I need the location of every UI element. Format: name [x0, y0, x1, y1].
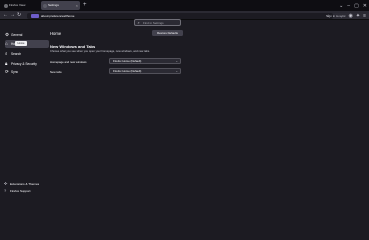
- search-icon: ⌕: [137, 20, 140, 25]
- tab-title: Settings: [48, 3, 59, 7]
- footer-label: Extensions & Themes: [10, 182, 40, 186]
- account-icon[interactable]: ◉: [349, 13, 353, 19]
- tab-settings[interactable]: Settings ×: [41, 1, 80, 10]
- tooltip: Home: [15, 41, 27, 46]
- search-placeholder: Find in Settings: [143, 21, 164, 25]
- restore-defaults-button[interactable]: Restore Defaults: [152, 30, 183, 36]
- minimize-icon[interactable]: –: [347, 3, 350, 9]
- firefox-view-icon: [4, 3, 8, 8]
- sidebar-item-sync[interactable]: ⟳ Sync: [5, 68, 49, 76]
- reload-icon[interactable]: ↻: [17, 11, 21, 20]
- firefox-support-link[interactable]: ? Firefox Support: [4, 188, 31, 193]
- section-description: Choose what you see when you open your h…: [50, 50, 150, 53]
- list-all-tabs-icon[interactable]: ⌄: [339, 3, 343, 9]
- sidebar-item-label: Sync: [11, 70, 19, 74]
- url-bar[interactable]: about:preferences#home ☆: [27, 12, 333, 19]
- new-tab-button[interactable]: +: [83, 1, 87, 10]
- chevron-down-icon: ⌄: [175, 59, 178, 63]
- footer-label: Firefox Support: [10, 189, 31, 193]
- back-icon[interactable]: ←: [3, 11, 8, 20]
- new-tabs-select-value: Firefox Home (Default): [113, 69, 142, 73]
- sync-button[interactable]: Sign in to sync: [326, 14, 346, 18]
- navigation-bar: ← → ↻ about:preferences#home ☆ Sign in t…: [0, 11, 369, 20]
- sidebar-item-label: General: [11, 33, 23, 37]
- sidebar-item-label: Search: [11, 52, 22, 56]
- sidebar-item-general[interactable]: ⚙ General: [5, 31, 49, 39]
- new-tabs-select[interactable]: Firefox Home (Default) ⌄: [109, 68, 181, 74]
- tab-title: Firefox View: [9, 3, 26, 7]
- section-title: New Windows and Tabs: [50, 44, 96, 49]
- homepage-select[interactable]: Firefox Home (Default) ⌄: [109, 58, 181, 64]
- maximize-icon[interactable]: ▢: [354, 3, 359, 9]
- new-tabs-label: New tabs: [50, 70, 62, 74]
- extensions-themes-link[interactable]: ✣ Extensions & Themes: [4, 181, 39, 186]
- tab-firefox-view[interactable]: Firefox View: [2, 1, 40, 10]
- sidebar-item-home[interactable]: ⌂Home: [5, 40, 49, 48]
- extensions-icon[interactable]: ✦: [356, 13, 360, 19]
- url-text[interactable]: about:preferences#home: [41, 13, 74, 19]
- chevron-down-icon: ⌄: [175, 69, 178, 73]
- close-icon[interactable]: ✕: [363, 3, 367, 9]
- window-controls: ⌄ – ▢ ✕: [339, 0, 367, 11]
- search-input[interactable]: ⌕ Find in Settings: [134, 19, 181, 26]
- page-title: Home: [50, 31, 62, 36]
- homepage-select-value: Firefox Home (Default): [113, 59, 142, 63]
- homepage-label: Homepage and new windows: [50, 60, 87, 64]
- sidebar-item-search[interactable]: ⌕ Search: [5, 50, 49, 58]
- toolbar-right: Sign in to sync ◉ ✦ ≡: [326, 11, 366, 20]
- sidebar-item-privacy[interactable]: 🔒︎ Privacy & Security: [5, 60, 49, 68]
- forward-icon[interactable]: →: [10, 11, 15, 20]
- site-identity-icon[interactable]: [31, 13, 39, 18]
- settings-tab-icon: [43, 3, 47, 8]
- tab-strip: Firefox View Settings × + ⌄ – ▢ ✕: [0, 0, 369, 11]
- sidebar: ⚙General ⌂Home ⌕Search 🔒︎Privacy & Secur…: [0, 20, 49, 200]
- sidebar-item-label: Privacy & Security: [11, 62, 37, 66]
- menu-icon[interactable]: ≡: [363, 13, 366, 19]
- close-tab-icon[interactable]: ×: [76, 1, 78, 10]
